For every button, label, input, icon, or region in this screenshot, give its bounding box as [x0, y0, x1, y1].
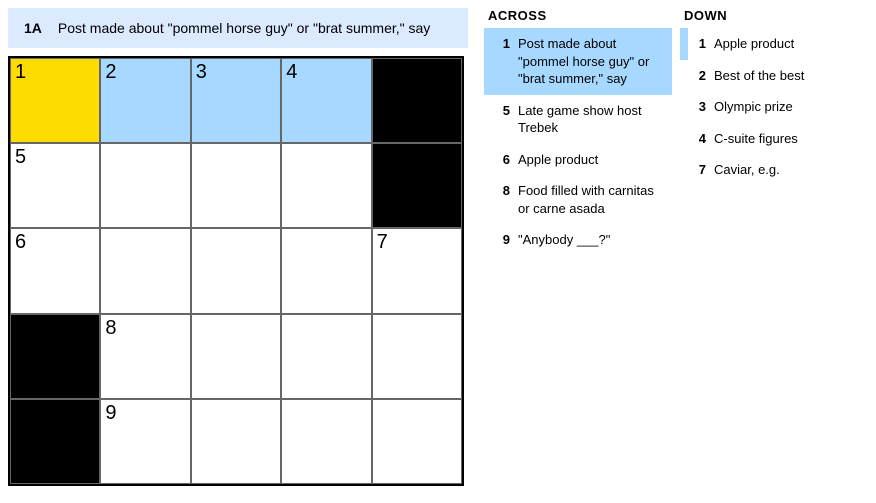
across-column: ACROSS 1Post made about "pommel horse gu…: [484, 8, 672, 487]
clue-text: Food filled with carnitas or carne asada: [518, 182, 666, 217]
clue-text: "Anybody ___?": [518, 231, 666, 249]
active-clue-bar[interactable]: 1A Post made about "pommel horse guy" or…: [8, 8, 468, 48]
cell-number: 3: [196, 61, 207, 84]
clue-number: 3: [690, 98, 706, 116]
grid-cell-block: [10, 399, 100, 484]
grid-cell[interactable]: [191, 228, 281, 313]
clue-number: 1: [690, 35, 706, 53]
grid-cell[interactable]: [281, 399, 371, 484]
cell-number: 4: [286, 61, 297, 84]
cell-number: 7: [377, 231, 388, 254]
clue-item[interactable]: 9 "Anybody ___?": [484, 224, 672, 256]
grid-cell[interactable]: 8: [100, 314, 190, 399]
grid-cell[interactable]: [191, 399, 281, 484]
clue-text: Apple product: [518, 151, 666, 169]
grid-cell-block: [10, 314, 100, 399]
clue-text: Olympic prize: [714, 98, 862, 116]
grid-cell-block: [372, 143, 462, 228]
cell-number: 2: [105, 61, 116, 84]
clue-number: 2: [690, 67, 706, 85]
grid-cell[interactable]: 1: [10, 58, 100, 143]
down-heading: DOWN: [680, 8, 868, 23]
grid-cell[interactable]: [100, 228, 190, 313]
active-clue-label: 1A: [24, 20, 42, 36]
clue-item[interactable]: 2 Best of the best: [680, 60, 868, 92]
crossword-grid[interactable]: 1 2 3 4 5 6 7 8 9: [8, 56, 464, 486]
grid-cell[interactable]: [281, 143, 371, 228]
across-clue-list[interactable]: 1Post made about "pommel horse guy" or "…: [484, 27, 672, 487]
clue-number: 9: [494, 231, 510, 249]
across-heading: ACROSS: [484, 8, 672, 23]
left-panel: 1A Post made about "pommel horse guy" or…: [8, 8, 468, 487]
grid-cell[interactable]: 9: [100, 399, 190, 484]
crossword-layout: 1A Post made about "pommel horse guy" or…: [8, 8, 868, 487]
clue-item[interactable]: 6 Apple product: [484, 144, 672, 176]
cell-number: 6: [15, 231, 26, 254]
grid-cell[interactable]: 4: [281, 58, 371, 143]
grid-cell[interactable]: [191, 314, 281, 399]
clue-number: 4: [690, 130, 706, 148]
down-column: DOWN 1 Apple product 2 Best of the best 3 Oly…: [680, 8, 868, 487]
clue-item[interactable]: 1 Apple product: [680, 28, 868, 60]
cell-number: 9: [105, 402, 116, 425]
clue-text: C-suite figures: [714, 130, 862, 148]
clue-text: Best of the best: [714, 67, 862, 85]
grid-cell[interactable]: 3: [191, 58, 281, 143]
clue-number: 7: [690, 161, 706, 179]
clue-columns: ACROSS 1Post made about "pommel horse gu…: [484, 8, 868, 487]
clue-item[interactable]: 1Post made about "pommel horse guy" or "…: [484, 28, 672, 95]
grid-cell[interactable]: [100, 143, 190, 228]
grid-cell[interactable]: 2: [100, 58, 190, 143]
grid-cell[interactable]: 5: [10, 143, 100, 228]
cell-number: 1: [15, 61, 26, 84]
grid-cell[interactable]: [372, 399, 462, 484]
clue-text: Late game show host Trebek: [518, 102, 666, 137]
cell-number: 5: [15, 146, 26, 169]
clue-number: 6: [494, 151, 510, 169]
clue-item[interactable]: 5Late game show host Trebek: [484, 95, 672, 144]
clue-text: Post made about "pommel horse guy" or "b…: [518, 35, 666, 88]
clue-number: 1: [494, 35, 510, 88]
clue-number: 8: [494, 182, 510, 217]
clue-item[interactable]: 7 Caviar, e.g.: [680, 154, 868, 186]
clue-text: Apple product: [714, 35, 862, 53]
clue-item[interactable]: 3 Olympic prize: [680, 91, 868, 123]
grid-cell[interactable]: [281, 228, 371, 313]
grid-cell[interactable]: [372, 314, 462, 399]
down-clue-list[interactable]: 1 Apple product 2 Best of the best 3 Olympic …: [680, 27, 868, 487]
grid-cell[interactable]: 6: [10, 228, 100, 313]
clue-text: Caviar, e.g.: [714, 161, 862, 179]
clue-item[interactable]: 8Food filled with carnitas or carne asad…: [484, 175, 672, 224]
clue-item[interactable]: 4 C-suite figures: [680, 123, 868, 155]
grid-cell[interactable]: [191, 143, 281, 228]
grid-cell[interactable]: 7: [372, 228, 462, 313]
grid-cell[interactable]: [281, 314, 371, 399]
grid-cell-block: [372, 58, 462, 143]
clue-number: 5: [494, 102, 510, 137]
cell-number: 8: [105, 317, 116, 340]
active-clue-text: Post made about "pommel horse guy" or "b…: [58, 20, 430, 36]
